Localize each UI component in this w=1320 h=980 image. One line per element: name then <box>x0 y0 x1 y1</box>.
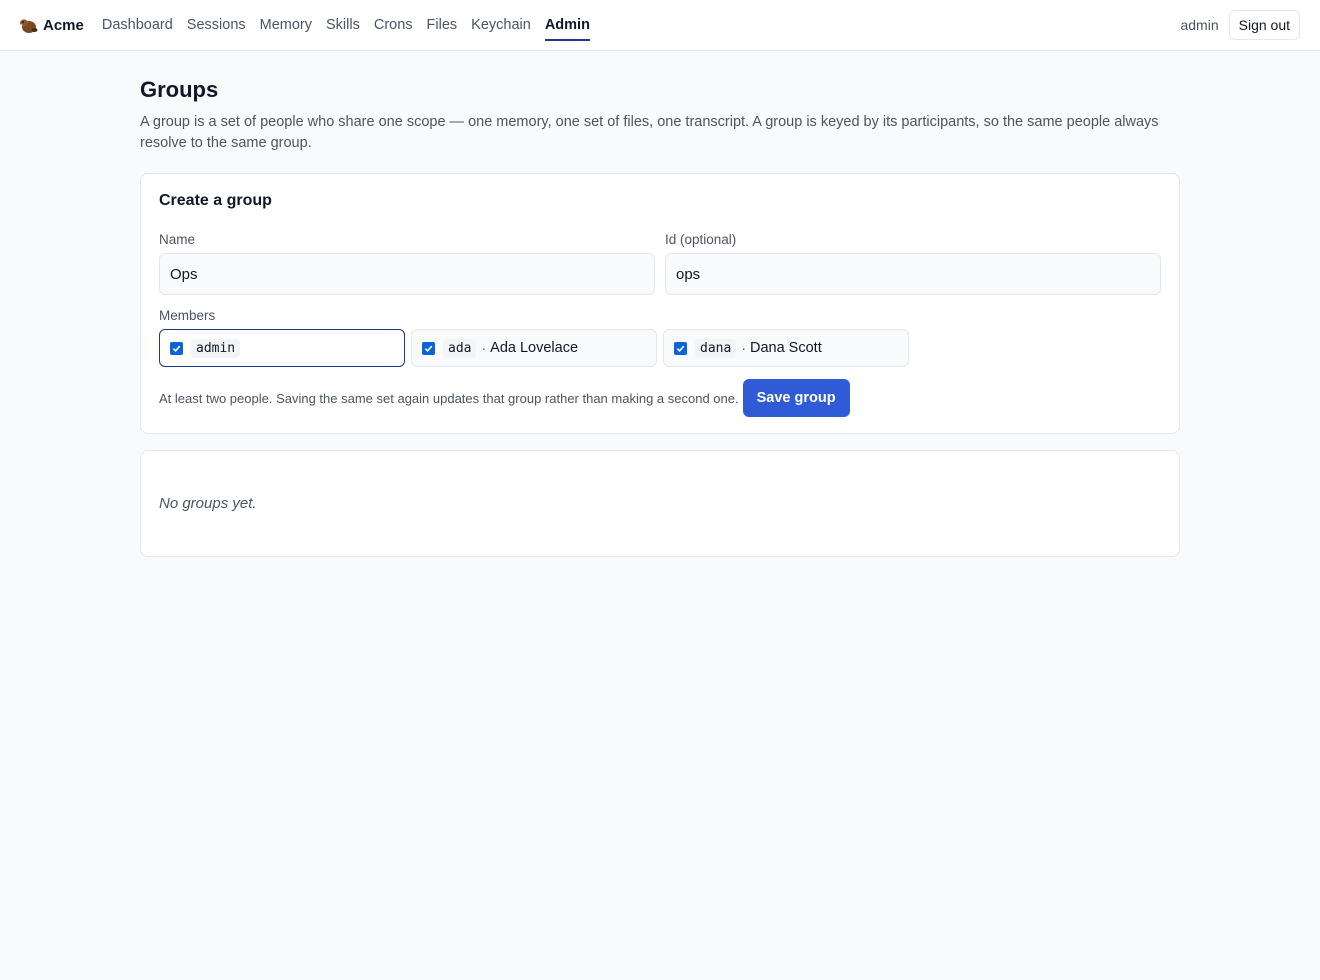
user-area: admin Sign out <box>1180 10 1300 40</box>
create-group-title: Create a group <box>159 192 272 209</box>
nav-skills[interactable]: Skills <box>326 0 360 51</box>
empty-state-text: No groups yet. <box>159 495 257 512</box>
nav-dashboard[interactable]: Dashboard <box>102 0 173 51</box>
brand-name: Acme <box>43 16 84 34</box>
member-full-name: Dana Scott <box>749 340 822 356</box>
member-option-dana[interactable]: dana · Dana Scott <box>663 329 909 367</box>
member-handle: dana <box>695 338 737 358</box>
page-description: A group is a set of people who share one… <box>140 114 1159 151</box>
form-footer: At least two people. Saving the same set… <box>159 379 1161 417</box>
member-handle: admin <box>191 338 241 358</box>
groups-list-card: No groups yet. <box>140 450 1180 557</box>
nav-keychain[interactable]: Keychain <box>471 0 531 51</box>
save-group-button[interactable]: Save group <box>742 379 850 417</box>
nav-sessions[interactable]: Sessions <box>187 0 246 51</box>
nav-crons[interactable]: Crons <box>374 0 413 51</box>
id-field-group: Id (optional) <box>665 232 1161 295</box>
nav-files[interactable]: Files <box>427 0 458 51</box>
members-hint: At least two people. Saving the same set… <box>159 390 739 406</box>
top-bar: Acme Dashboard Sessions Memory Skills Cr… <box>0 0 1320 51</box>
members-list: admin ada · Ada Lovelace dana · Dana Sco… <box>159 329 1161 367</box>
current-user: admin <box>1180 17 1219 33</box>
separator-dot: · <box>481 340 487 356</box>
id-input[interactable] <box>665 253 1161 295</box>
checkbox-checked-icon[interactable] <box>422 341 435 355</box>
name-field-group: Name <box>159 232 655 295</box>
member-option-admin[interactable]: admin <box>159 329 405 367</box>
separator-dot: · <box>741 340 746 356</box>
brand[interactable]: Acme <box>18 15 84 35</box>
checkbox-checked-icon[interactable] <box>170 341 183 355</box>
main-nav: Dashboard Sessions Memory Skills Crons F… <box>102 0 604 51</box>
name-id-row: Name Id (optional) <box>159 232 1161 295</box>
member-option-ada[interactable]: ada · Ada Lovelace <box>411 329 657 367</box>
main-content: Groups A group is a set of people who sh… <box>140 51 1180 557</box>
id-label: Id (optional) <box>665 232 737 247</box>
member-full-name: Ada Lovelace <box>490 340 579 356</box>
nav-memory[interactable]: Memory <box>260 0 312 51</box>
checkbox-checked-icon[interactable] <box>674 341 687 355</box>
members-label: Members <box>159 308 216 323</box>
name-input[interactable] <box>159 253 655 295</box>
nav-admin[interactable]: Admin <box>544 0 591 51</box>
create-group-card: Create a group Name Id (optional) Member… <box>140 173 1180 434</box>
name-label: Name <box>159 232 196 247</box>
sign-out-button[interactable]: Sign out <box>1228 10 1300 40</box>
beaver-logo-icon <box>20 19 38 33</box>
page-title: Groups <box>140 77 219 102</box>
member-handle: ada <box>443 338 477 358</box>
